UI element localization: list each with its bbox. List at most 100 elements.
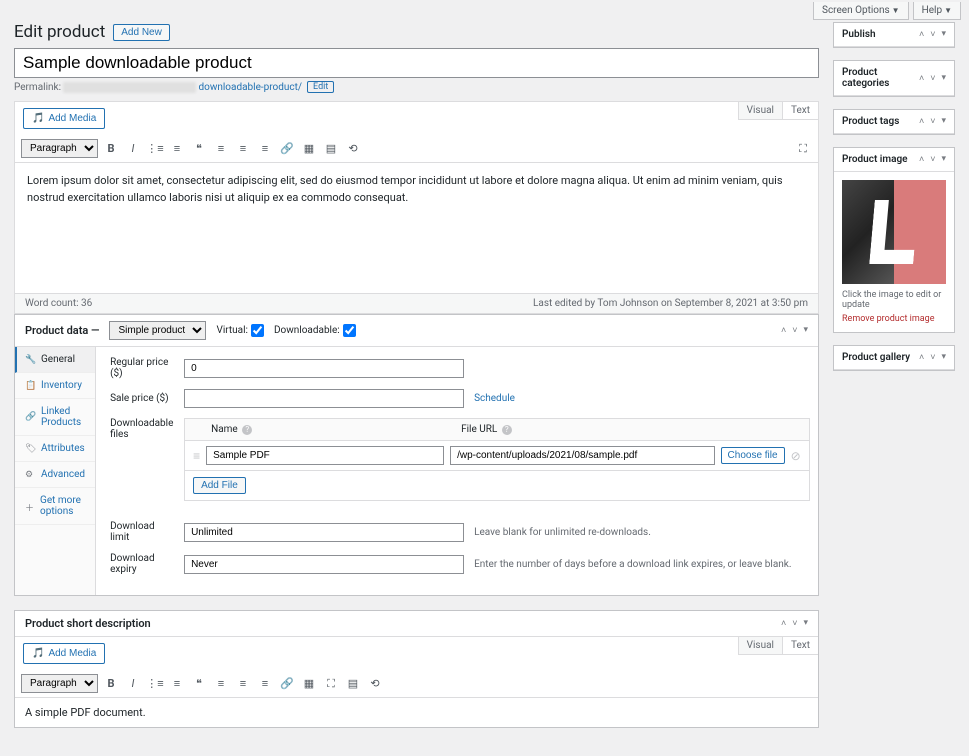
tab-inventory[interactable]: 📋Inventory [15,373,95,399]
short-desc-add-media-button[interactable]: 🎵 Add Media [23,643,105,664]
dropdown-icon[interactable]: ▾ [803,325,808,336]
word-count: Word count: 36 [25,298,92,309]
regular-price-label: Regular price ($) [110,357,174,379]
download-limit-input[interactable] [184,523,464,542]
clear-button[interactable]: ⟲ [366,675,384,693]
tab-advanced[interactable]: ⚙Advanced [15,462,95,488]
chevron-down-icon[interactable]: ˅ [930,116,935,127]
chevron-up-icon[interactable]: ˄ [781,325,786,336]
plus-icon: ＋ [25,501,34,511]
quote-button[interactable]: ❝ [190,675,208,693]
quote-button[interactable]: ❝ [190,140,208,158]
sale-price-label: Sale price ($) [110,393,174,404]
chevron-up-icon[interactable]: ˄ [781,618,786,629]
dropdown-icon[interactable]: ▾ [941,116,946,127]
chevron-up-icon[interactable]: ˄ [919,116,924,127]
chevron-down-icon[interactable]: ˅ [930,73,935,84]
toggle-button[interactable]: ▤ [322,140,340,158]
align-right-button[interactable]: ≡ [256,140,274,158]
dropdown-icon[interactable]: ▾ [803,618,808,629]
toggle-button[interactable]: ▤ [344,675,362,693]
italic-button[interactable]: I [124,675,142,693]
chevron-down-icon[interactable]: ˅ [792,618,797,629]
last-edited: Last edited by Tom Johnson on September … [533,298,808,309]
chevron-up-icon[interactable]: ˄ [919,29,924,40]
download-limit-label: Download limit [110,521,174,543]
regular-price-input[interactable] [184,359,464,378]
clipboard-icon: 📋 [25,381,35,391]
remove-file-icon[interactable]: ⊘ [791,449,801,463]
choose-file-button[interactable]: Choose file [721,447,785,464]
product-title-input[interactable] [14,48,819,78]
main-editor: 🎵 Add Media Visual Text Paragraph B I ⋮≡… [14,101,819,314]
chevron-down-icon[interactable]: ˅ [930,352,935,363]
bullet-list-button[interactable]: ⋮≡ [146,675,164,693]
dropdown-icon[interactable]: ▾ [941,29,946,40]
add-media-button[interactable]: 🎵 Add Media [23,108,105,129]
tab-general[interactable]: 🔧General [15,347,95,373]
short-desc-paragraph-select[interactable]: Paragraph [21,674,98,693]
align-left-button[interactable]: ≡ [212,140,230,158]
link-button[interactable]: 🔗 [278,675,296,693]
virtual-checkbox[interactable] [251,324,264,337]
tab-more-options[interactable]: ＋Get more options [15,488,95,525]
short-desc-content[interactable]: A simple PDF document. [15,698,818,727]
more-button[interactable]: ▦ [300,140,318,158]
short-desc-text-tab[interactable]: Text [782,637,818,654]
align-left-button[interactable]: ≡ [212,675,230,693]
add-new-button[interactable]: Add New [113,24,170,41]
chevron-up-icon[interactable]: ˄ [919,73,924,84]
bullet-list-button[interactable]: ⋮≡ [146,140,164,158]
editor-content[interactable]: Lorem ipsum dolor sit amet, consectetur … [15,163,818,293]
file-url-input[interactable] [450,446,714,465]
chevron-down-icon[interactable]: ˅ [930,29,935,40]
permalink-edit-button[interactable]: Edit [307,81,334,93]
add-file-button[interactable]: Add File [193,477,246,494]
align-right-button[interactable]: ≡ [256,675,274,693]
product-type-select[interactable]: Simple product [109,321,206,340]
download-expiry-input[interactable] [184,555,464,574]
chevron-down-icon[interactable]: ˅ [930,154,935,165]
file-name-input[interactable] [206,446,444,465]
bold-button[interactable]: B [102,675,120,693]
clear-button[interactable]: ⟲ [344,140,362,158]
screen-options-tab[interactable]: Screen Options▼ [813,2,909,20]
drag-handle-icon[interactable]: ≡ [193,449,200,463]
permalink-suffix[interactable]: downloadable-product/ [198,82,302,93]
help-icon[interactable]: ? [502,425,512,435]
gear-icon: ⚙ [25,470,35,480]
tab-linked[interactable]: 🔗Linked Products [15,399,95,436]
text-tab[interactable]: Text [782,102,818,119]
tag-icon: 🏷 [25,444,35,454]
chevron-up-icon[interactable]: ˄ [919,352,924,363]
help-icon[interactable]: ? [242,425,252,435]
fullscreen-button[interactable]: ⛶ [794,140,812,158]
fullscreen-button[interactable]: ⛶ [322,675,340,693]
remove-image-link[interactable]: Remove product image [842,314,946,324]
align-center-button[interactable]: ≡ [234,675,252,693]
bold-button[interactable]: B [102,140,120,158]
align-center-button[interactable]: ≡ [234,140,252,158]
chevron-up-icon[interactable]: ˄ [919,154,924,165]
download-limit-note: Leave blank for unlimited re-downloads. [474,527,651,538]
dropdown-icon[interactable]: ▾ [941,73,946,84]
tab-attributes[interactable]: 🏷Attributes [15,436,95,462]
chevron-down-icon[interactable]: ˅ [792,325,797,336]
dropdown-icon[interactable]: ▾ [941,154,946,165]
number-list-button[interactable]: ≡ [168,675,186,693]
visual-tab[interactable]: Visual [738,102,782,119]
publish-box: Publish ˄˅▾ [833,22,955,48]
product-image-thumbnail[interactable] [842,180,946,284]
more-button[interactable]: ▦ [300,675,318,693]
number-list-button[interactable]: ≡ [168,140,186,158]
schedule-link[interactable]: Schedule [474,393,515,404]
dropdown-icon[interactable]: ▾ [941,352,946,363]
short-desc-visual-tab[interactable]: Visual [738,637,782,654]
help-tab[interactable]: Help▼ [913,2,961,20]
link-button[interactable]: 🔗 [278,140,296,158]
paragraph-select[interactable]: Paragraph [21,139,98,158]
italic-button[interactable]: I [124,140,142,158]
permalink-blurred: xxxxxxxxxxxxxx [63,82,196,93]
sale-price-input[interactable] [184,389,464,408]
downloadable-checkbox[interactable] [343,324,356,337]
